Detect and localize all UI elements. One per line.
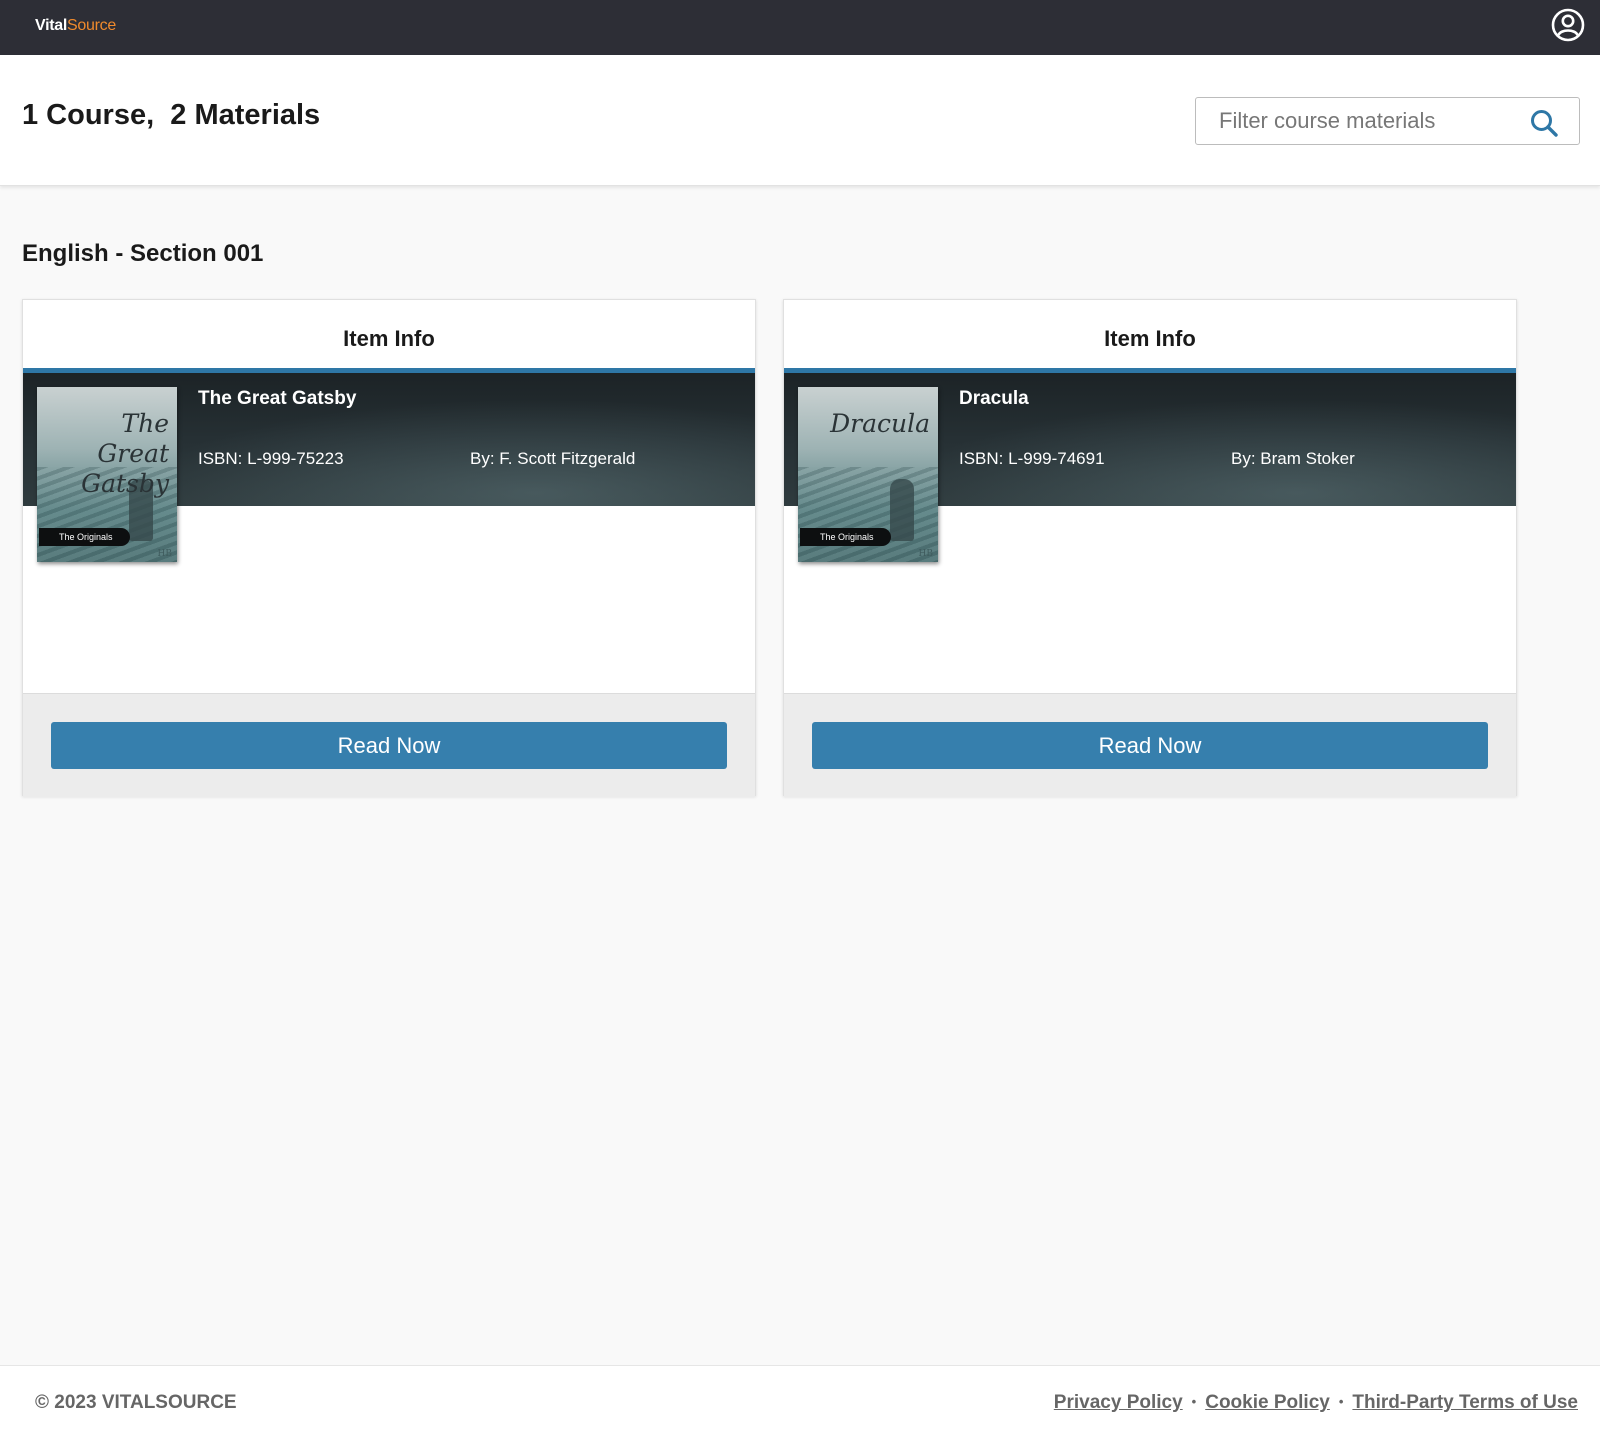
footer-links: Privacy Policy • Cookie Policy • Third-Party…	[1054, 1392, 1578, 1414]
material-card: Item Info The Great Gatsby The Originals…	[22, 299, 756, 797]
cover-publisher-mark: HB	[157, 549, 172, 559]
filter-course-materials-input[interactable]	[1196, 98, 1516, 144]
logo-vital-text: Vital	[35, 17, 68, 34]
cover-series-badge: The Originals	[39, 528, 130, 546]
cover-publisher-mark: HB	[918, 549, 933, 559]
book-cover[interactable]: The Great Gatsby The Originals HB	[37, 387, 177, 562]
privacy-policy-link[interactable]: Privacy Policy	[1054, 1392, 1183, 1413]
material-card: Item Info Dracula The Originals HB Dracu…	[783, 299, 1517, 797]
filter-search-box	[1195, 97, 1580, 145]
page-header: 1 Course, 2 Materials	[0, 55, 1600, 186]
cover-series-badge: The Originals	[800, 528, 891, 546]
page-footer: © 2023 VITALSOURCE Privacy Policy • Cookie…	[0, 1365, 1600, 1440]
user-circle-icon[interactable]	[1551, 8, 1585, 42]
book-isbn: ISBN: L-999-75223	[198, 449, 344, 468]
course-section-title: English - Section 001	[22, 240, 264, 267]
cover-illustration	[798, 467, 938, 562]
footer-separator: •	[1191, 1394, 1197, 1409]
book-author: By: Bram Stoker	[1231, 449, 1355, 468]
cover-title: Dracula	[830, 409, 930, 438]
book-isbn: ISBN: L-999-74691	[959, 449, 1105, 468]
book-cover[interactable]: Dracula The Originals HB	[798, 387, 938, 562]
logo-source-text: Source	[67, 17, 116, 34]
footer-separator: •	[1338, 1394, 1344, 1409]
book-title: The Great Gatsby	[198, 388, 357, 409]
third-party-terms-link[interactable]: Third-Party Terms of Use	[1352, 1392, 1578, 1413]
card-header: Item Info	[1104, 326, 1196, 351]
card-footer: Read Now	[784, 693, 1516, 797]
copyright-text: © 2023 VITALSOURCE	[35, 1392, 237, 1413]
card-header: Item Info	[343, 326, 435, 351]
book-title: Dracula	[959, 388, 1029, 409]
book-author: By: F. Scott Fitzgerald	[470, 449, 636, 468]
vitalsource-logo[interactable]: VitalSource	[35, 17, 116, 35]
read-now-button[interactable]: Read Now	[812, 722, 1488, 769]
cookie-policy-link[interactable]: Cookie Policy	[1205, 1392, 1330, 1413]
cover-title: The Great Gatsby	[81, 409, 169, 498]
top-navigation-bar: VitalSource	[0, 0, 1600, 55]
page-title: 1 Course, 2 Materials	[22, 99, 321, 131]
cover-figure	[890, 479, 914, 541]
search-icon[interactable]	[1529, 108, 1559, 138]
read-now-button[interactable]: Read Now	[51, 722, 727, 769]
card-footer: Read Now	[23, 693, 755, 797]
